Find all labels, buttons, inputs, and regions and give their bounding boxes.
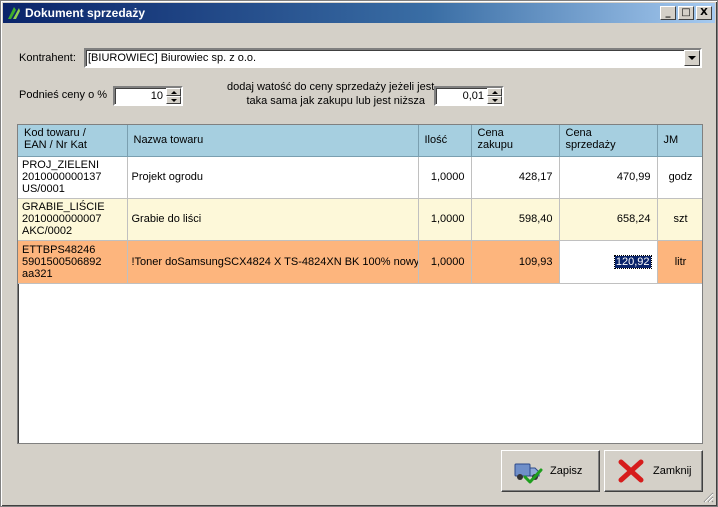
cell-nazwa[interactable]: !Toner doSamsungSCX4824 X TS-4824XN BK 1… bbox=[127, 240, 419, 284]
arrow-up-icon bbox=[170, 90, 177, 94]
app-logo-icon bbox=[6, 5, 22, 21]
window-title: Dokument sprzedaży bbox=[25, 6, 146, 20]
threshold-input[interactable]: 0,01 bbox=[434, 86, 504, 106]
cell-nazwa[interactable]: Grabie do liści bbox=[127, 198, 419, 241]
cell-cena-sprzedazy[interactable]: 658,24 bbox=[559, 198, 658, 241]
raise-price-value: 10 bbox=[150, 90, 163, 102]
items-grid[interactable]: Kod towaru / EAN / Nr Kat Nazwa towaru I… bbox=[17, 124, 703, 444]
selected-price-text[interactable]: 120,92 bbox=[613, 254, 652, 269]
items-table: Kod towaru / EAN / Nr Kat Nazwa towaru I… bbox=[18, 125, 702, 284]
arrow-down-icon bbox=[491, 98, 498, 102]
chevron-down-icon bbox=[688, 56, 696, 60]
kontrahent-dropdown-button[interactable] bbox=[684, 50, 700, 66]
cell-cena-zakupu[interactable]: 109,93 bbox=[471, 240, 560, 284]
threshold-value: 0,01 bbox=[462, 90, 484, 102]
cell-jm[interactable]: szt bbox=[657, 198, 702, 241]
col-header-cena-sprzedazy[interactable]: Cena sprzedaży bbox=[559, 125, 658, 157]
col-header-kod[interactable]: Kod towaru / EAN / Nr Kat bbox=[18, 125, 128, 157]
col-header-jm[interactable]: JM bbox=[657, 125, 702, 157]
save-button[interactable]: Zapisz bbox=[501, 450, 600, 492]
cell-ilosc[interactable]: 1,0000 bbox=[418, 156, 472, 199]
threshold-label-line1: dodaj watość do ceny sprzedaży jeżeli je… bbox=[227, 81, 435, 93]
kontrahent-value: [BIUROWIEC] Biurowiec sp. z o.o. bbox=[88, 52, 257, 64]
truck-check-icon bbox=[512, 455, 544, 487]
close-window-button[interactable]: X bbox=[696, 6, 712, 20]
cell-kod[interactable]: GRABIE_LIŚCIE 2010000000007 AKC/0002 bbox=[18, 198, 128, 241]
cell-kod[interactable]: ETTBPS48246 5901500506892 aa321 bbox=[18, 240, 128, 284]
col-header-nazwa[interactable]: Nazwa towaru bbox=[127, 125, 419, 157]
threshold-label-line2: taka sama jak zakupu lub jest niższa bbox=[246, 95, 425, 107]
raise-price-down-button[interactable] bbox=[166, 96, 181, 104]
maximize-button[interactable]: □ bbox=[678, 6, 694, 20]
cell-kod[interactable]: PROJ_ZIELENI 2010000000137 US/0001 bbox=[18, 156, 128, 199]
cell-cena-sprzedazy[interactable]: 470,99 bbox=[559, 156, 658, 199]
resize-grip-icon[interactable] bbox=[702, 491, 714, 503]
maximize-icon: □ bbox=[681, 7, 691, 18]
minimize-icon: _ bbox=[665, 7, 671, 18]
cell-nazwa[interactable]: Projekt ogrodu bbox=[127, 156, 419, 199]
col-header-cena-zakupu[interactable]: Cena zakupu bbox=[471, 125, 560, 157]
dokument-sprzedazy-window: Dokument sprzedaży _ □ X Kontrahent: [BI… bbox=[0, 0, 718, 507]
cell-ilosc[interactable]: 1,0000 bbox=[418, 240, 472, 284]
grid-header-row: Kod towaru / EAN / Nr Kat Nazwa towaru I… bbox=[18, 125, 702, 157]
cell-cena-zakupu[interactable]: 598,40 bbox=[471, 198, 560, 241]
cell-jm[interactable]: litr bbox=[657, 240, 702, 284]
kontrahent-label: Kontrahent: bbox=[19, 52, 76, 64]
cell-jm[interactable]: godz bbox=[657, 156, 702, 199]
save-button-label: Zapisz bbox=[550, 465, 583, 477]
close-icon: X bbox=[700, 7, 708, 18]
cell-ilosc[interactable]: 1,0000 bbox=[418, 198, 472, 241]
threshold-down-button[interactable] bbox=[487, 96, 502, 104]
minimize-button[interactable]: _ bbox=[660, 6, 676, 20]
cell-cena-sprzedazy-editor[interactable]: 120,92 bbox=[559, 240, 658, 284]
threshold-up-button[interactable] bbox=[487, 88, 502, 96]
raise-price-input[interactable]: 10 bbox=[113, 86, 183, 106]
kontrahent-select[interactable]: [BIUROWIEC] Biurowiec sp. z o.o. bbox=[84, 48, 702, 68]
red-x-icon bbox=[615, 455, 647, 487]
table-row-selected[interactable]: ETTBPS48246 5901500506892 aa321 !Toner d… bbox=[18, 240, 702, 284]
col-header-ilosc[interactable]: Ilość bbox=[418, 125, 472, 157]
table-row[interactable]: PROJ_ZIELENI 2010000000137 US/0001 Proje… bbox=[18, 156, 702, 199]
close-button[interactable]: Zamknij bbox=[604, 450, 703, 492]
arrow-up-icon bbox=[491, 90, 498, 94]
table-row[interactable]: GRABIE_LIŚCIE 2010000000007 AKC/0002 Gra… bbox=[18, 198, 702, 241]
cell-cena-zakupu[interactable]: 428,17 bbox=[471, 156, 560, 199]
raise-price-up-button[interactable] bbox=[166, 88, 181, 96]
arrow-down-icon bbox=[170, 98, 177, 102]
title-bar[interactable]: Dokument sprzedaży _ □ X bbox=[3, 3, 715, 23]
close-button-label: Zamknij bbox=[653, 465, 692, 477]
raise-price-label: Podnieś ceny o % bbox=[19, 89, 108, 101]
